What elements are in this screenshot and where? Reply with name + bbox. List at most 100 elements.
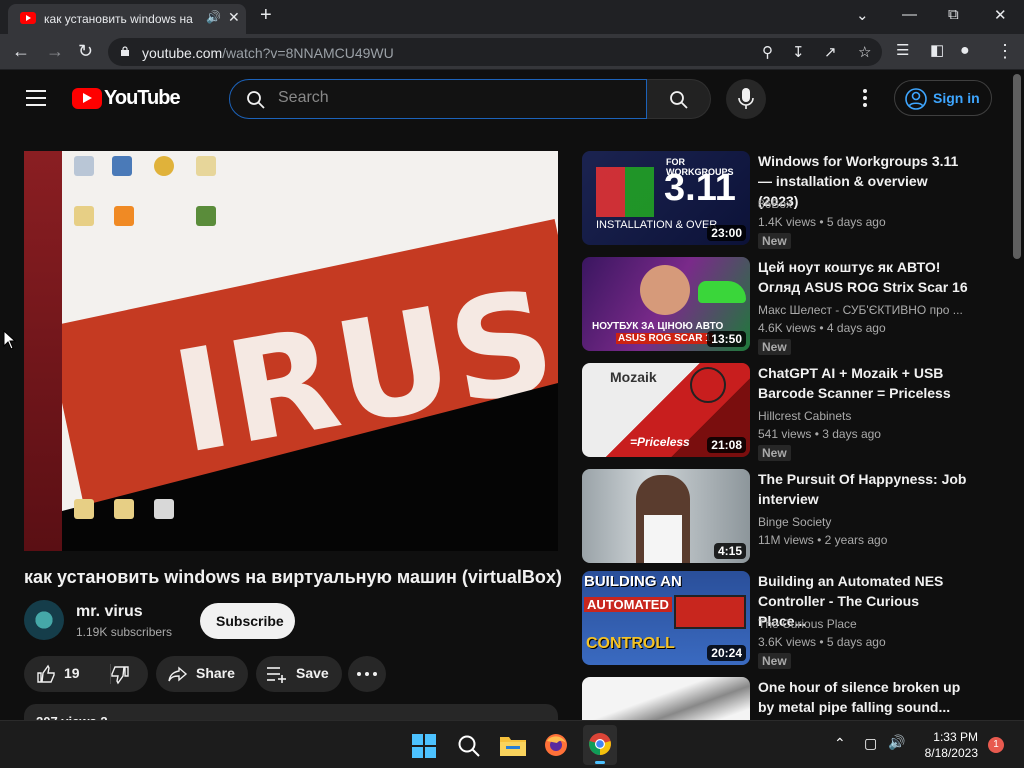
tab-close-icon[interactable]: ✕ bbox=[228, 9, 240, 26]
lock-icon[interactable] bbox=[120, 46, 130, 56]
thumbnail-text: 3.11 bbox=[664, 167, 736, 209]
subscriber-count: 1.19K subscribers bbox=[76, 625, 173, 639]
file-icon bbox=[154, 499, 174, 519]
page-scrollbar-thumb[interactable] bbox=[1013, 74, 1021, 259]
vlc-icon bbox=[114, 206, 134, 226]
file-explorer-icon[interactable] bbox=[500, 734, 526, 756]
search-box[interactable] bbox=[229, 79, 647, 119]
recommendation-item[interactable]: BUILDING AN AUTOMATED CONTROLL 20:24 Bui… bbox=[582, 571, 1002, 671]
recommendation-title[interactable]: The Pursuit Of Happyness: Job interview bbox=[758, 469, 968, 509]
screen-file-icon bbox=[196, 156, 216, 176]
recommendation-channel[interactable]: Hillcrest Cabinets bbox=[758, 409, 968, 423]
browser-tab-strip: как установить windows на 🔊 ✕ + ⌄ — ⧉ ✕ bbox=[0, 0, 1024, 34]
recommendation-title[interactable]: Цей ноут коштує як АВТО! Огляд ASUS ROG … bbox=[758, 257, 968, 297]
like-button[interactable]: 19 bbox=[24, 656, 110, 692]
firefox-icon[interactable] bbox=[544, 733, 568, 757]
bookmark-star-icon[interactable]: ☆ bbox=[858, 43, 871, 61]
channel-avatar[interactable] bbox=[24, 600, 64, 640]
chrome-icon bbox=[589, 733, 611, 755]
network-icon[interactable]: ▢ bbox=[864, 735, 877, 752]
recommendation-channel[interactable]: Макс Шелест - СУБ'ЄКТИВНО про ... bbox=[758, 303, 968, 317]
settings-more-icon[interactable] bbox=[858, 88, 872, 108]
search-button[interactable] bbox=[647, 79, 711, 119]
video-player[interactable]: IRUS bbox=[24, 151, 558, 551]
sign-in-button[interactable]: Sign in bbox=[894, 80, 992, 116]
window-close-button[interactable]: ✕ bbox=[994, 6, 1007, 24]
video-thumbnail[interactable]: 4:15 bbox=[582, 469, 750, 563]
restore-button[interactable]: ⧉ bbox=[948, 6, 959, 23]
browser-menu-icon[interactable]: ⋮ bbox=[996, 41, 1014, 61]
chrome-icon bbox=[154, 156, 174, 176]
channel-name[interactable]: mr. virus bbox=[76, 603, 143, 621]
profile-icon[interactable]: ● bbox=[960, 41, 970, 61]
folder-icon bbox=[114, 499, 134, 519]
youtube-logo-icon[interactable] bbox=[72, 88, 102, 109]
active-app-indicator bbox=[595, 761, 605, 764]
recommendation-meta: 3.6K views • 5 days ago bbox=[758, 635, 886, 649]
share-button[interactable]: Share bbox=[156, 656, 248, 692]
more-horizontal-icon bbox=[357, 672, 377, 676]
recommendation-item[interactable]: НОУТБУК ЗА ЦІНОЮ АВТО ASUS ROG SCAR 1 13… bbox=[582, 257, 1002, 357]
new-badge: New bbox=[758, 653, 791, 669]
thumbs-up-icon bbox=[37, 664, 55, 683]
windows-flag-icon bbox=[596, 167, 654, 217]
tab-search-chevron-icon[interactable]: ⌄ bbox=[856, 6, 869, 24]
video-thumbnail[interactable]: Mozaik =Priceless 21:08 bbox=[582, 363, 750, 457]
notification-badge[interactable]: 1 bbox=[988, 737, 1004, 753]
recommendation-item[interactable]: Mozaik =Priceless 21:08 ChatGPT AI + Moz… bbox=[582, 363, 1002, 463]
openai-logo-icon bbox=[690, 367, 726, 403]
url-text: youtube.com/watch?v=8NNAMCU49WU bbox=[142, 45, 394, 61]
media-control-icon[interactable]: ☰ bbox=[896, 41, 909, 61]
recommendation-title[interactable]: One hour of silence broken up by metal p… bbox=[758, 677, 968, 717]
thumbs-down-icon[interactable] bbox=[110, 665, 130, 685]
address-bar[interactable]: youtube.com/watch?v=8NNAMCU49WU ⚲ ↧ ↗ ☆ bbox=[108, 38, 882, 66]
thumbnail-text: НОУТБУК ЗА ЦІНОЮ АВТО bbox=[592, 321, 724, 332]
more-actions-button[interactable] bbox=[348, 656, 386, 692]
recommendation-item[interactable]: One hour of silence broken up by metal p… bbox=[582, 677, 1002, 720]
taskbar-clock-time[interactable]: 1:33 PM bbox=[926, 730, 978, 744]
zoom-search-icon[interactable]: ⚲ bbox=[762, 43, 773, 61]
chrome-taskbar-button[interactable] bbox=[583, 725, 617, 765]
recommendation-item[interactable]: 4:15 The Pursuit Of Happyness: Job inter… bbox=[582, 469, 1002, 565]
thumbnail-text: =Priceless bbox=[630, 435, 690, 449]
share-icon[interactable]: ↗ bbox=[824, 43, 837, 61]
volume-icon[interactable]: 🔊 bbox=[888, 734, 905, 751]
recommendation-channel[interactable]: Binge Society bbox=[758, 515, 968, 529]
search-input[interactable] bbox=[278, 89, 628, 107]
youtube-logo-text[interactable]: YouTube bbox=[104, 87, 181, 110]
back-arrow-icon[interactable]: ← bbox=[12, 41, 30, 61]
presenter-face bbox=[640, 265, 690, 315]
recommendation-title[interactable]: ChatGPT AI + Mozaik + USB Barcode Scanne… bbox=[758, 363, 968, 403]
subscribe-button[interactable]: Subscribe bbox=[200, 603, 295, 639]
taskbar-clock-date[interactable]: 8/18/2023 bbox=[914, 746, 978, 760]
video-thumbnail[interactable]: BUILDING AN AUTOMATED CONTROLL 20:24 bbox=[582, 571, 750, 665]
recommendation-channel[interactable]: 86Box bbox=[758, 197, 968, 211]
new-badge: New bbox=[758, 445, 791, 461]
forward-arrow-icon[interactable]: → bbox=[46, 41, 64, 61]
recommendation-meta: 1.4K views • 5 days ago bbox=[758, 215, 886, 229]
share-arrow-icon bbox=[168, 666, 188, 682]
video-thumbnail[interactable]: НОУТБУК ЗА ЦІНОЮ АВТО ASUS ROG SCAR 1 13… bbox=[582, 257, 750, 351]
install-app-icon[interactable]: ↧ bbox=[792, 43, 805, 61]
taskbar-search-icon[interactable] bbox=[457, 734, 481, 758]
reload-icon[interactable]: ↻ bbox=[78, 41, 93, 61]
recommendation-channel[interactable]: The Curious Place bbox=[758, 617, 968, 631]
minimize-button[interactable]: — bbox=[902, 6, 917, 23]
windows-start-icon[interactable] bbox=[412, 734, 436, 758]
thumbnail-text: ASUS ROG SCAR 1 bbox=[616, 333, 713, 344]
hamburger-menu-icon[interactable] bbox=[26, 90, 46, 106]
save-button[interactable]: Save bbox=[256, 656, 342, 692]
speaker-icon[interactable]: 🔊 bbox=[206, 10, 221, 24]
playlist-add-icon bbox=[267, 667, 286, 683]
side-panel-icon[interactable]: ◧ bbox=[930, 41, 944, 61]
tray-chevron-up-icon[interactable]: ⌃ bbox=[834, 735, 846, 752]
recommendation-item[interactable]: FOR WORKGROUPS 3.11 INSTALLATION & OVER … bbox=[582, 151, 1002, 251]
new-tab-button[interactable]: + bbox=[260, 5, 272, 25]
voice-search-button[interactable] bbox=[726, 79, 766, 119]
thumbnail-text: BUILDING AN bbox=[584, 573, 682, 590]
video-thumbnail[interactable] bbox=[582, 677, 750, 720]
thumbnail-text: AUTOMATED bbox=[584, 597, 672, 612]
video-thumbnail[interactable]: FOR WORKGROUPS 3.11 INSTALLATION & OVER … bbox=[582, 151, 750, 245]
video-title: как установить windows на виртуальную ма… bbox=[24, 567, 562, 587]
browser-tab-active[interactable]: как установить windows на 🔊 ✕ bbox=[8, 4, 246, 34]
